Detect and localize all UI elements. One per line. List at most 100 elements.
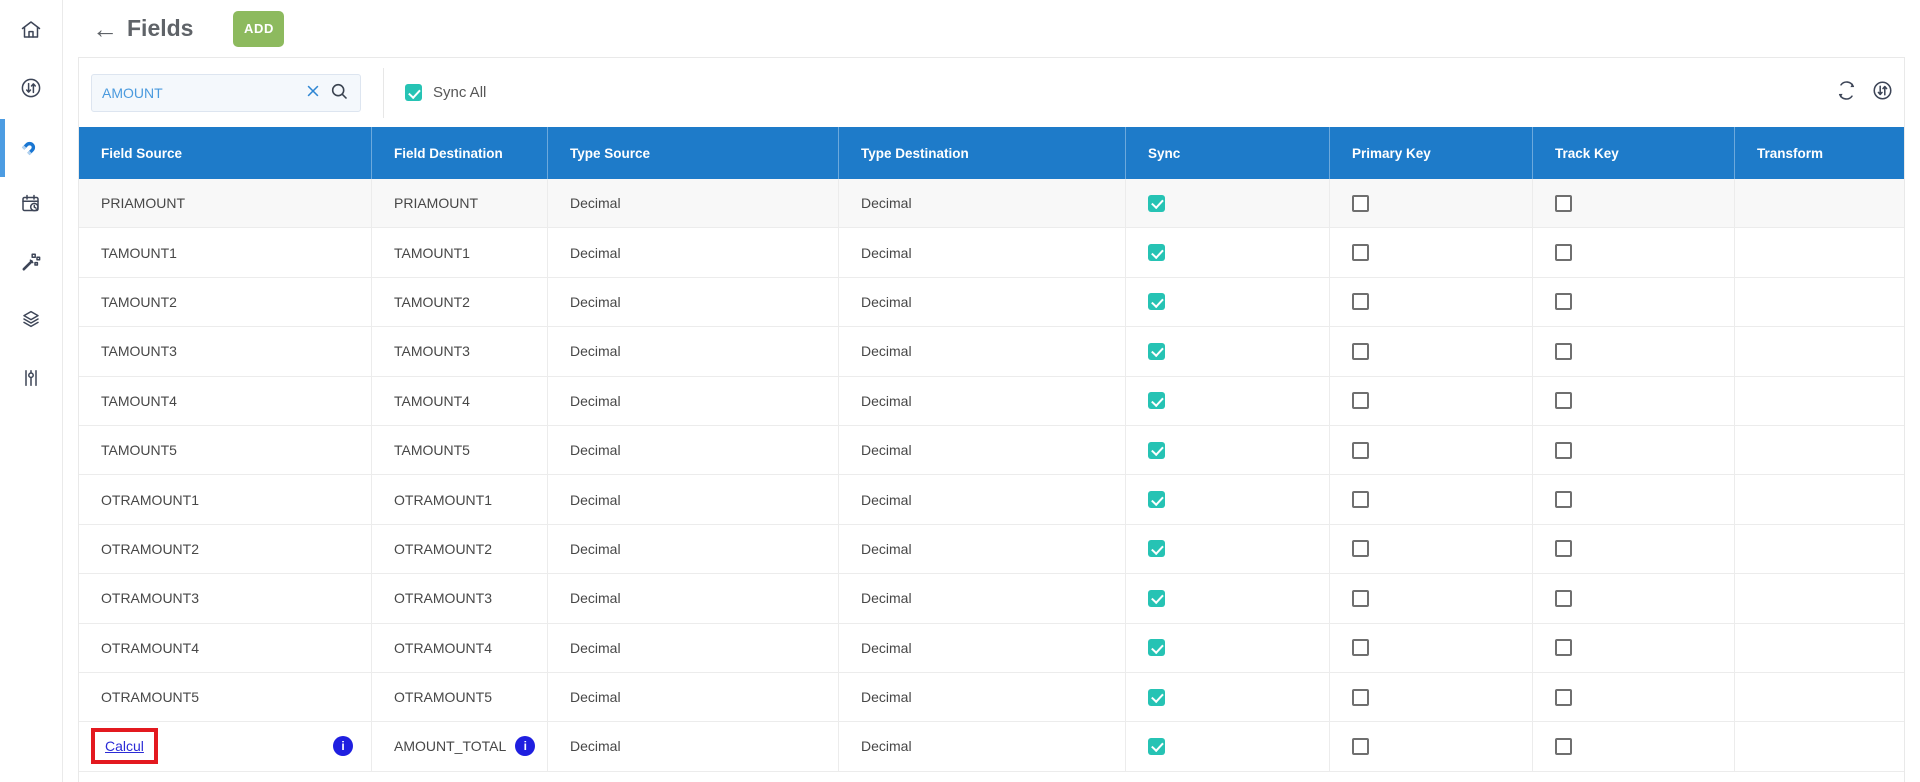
info-icon[interactable]: i — [515, 736, 535, 756]
type-destination-text: Decimal — [861, 442, 912, 458]
track-key-checkbox[interactable] — [1555, 293, 1572, 310]
column-header-field-destination[interactable]: Field Destination — [372, 127, 548, 179]
type-destination-cell: Decimal — [839, 475, 1126, 523]
sync-checkbox[interactable] — [1148, 293, 1165, 310]
add-button[interactable]: ADD — [233, 11, 284, 47]
track-key-checkbox[interactable] — [1555, 392, 1572, 409]
table-row: TAMOUNT4TAMOUNT4DecimalDecimal — [79, 377, 1904, 426]
transform-cell — [1735, 525, 1904, 573]
table-header-row: Field SourceField DestinationType Source… — [79, 127, 1904, 179]
sidebar — [0, 0, 63, 782]
field-source-cell: TAMOUNT5 — [79, 426, 372, 474]
sidebar-item-mapping-tools[interactable] — [0, 235, 62, 293]
track-key-checkbox[interactable] — [1555, 738, 1572, 755]
primary-key-checkbox[interactable] — [1352, 590, 1369, 607]
type-source-cell: Decimal — [548, 574, 839, 622]
column-header-sync[interactable]: Sync — [1126, 127, 1330, 179]
track-key-checkbox[interactable] — [1555, 689, 1572, 706]
sync-cell — [1126, 525, 1330, 573]
info-icon[interactable]: i — [333, 736, 353, 756]
sidebar-item-connectors[interactable] — [0, 119, 62, 177]
primary-key-checkbox[interactable] — [1352, 343, 1369, 360]
primary-key-checkbox[interactable] — [1352, 195, 1369, 212]
type-source-text: Decimal — [570, 442, 621, 458]
field-source-text: TAMOUNT3 — [101, 343, 177, 359]
sidebar-item-transfers[interactable] — [0, 61, 62, 119]
sidebar-item-home[interactable] — [0, 3, 62, 61]
sync-checkbox[interactable] — [1148, 491, 1165, 508]
type-destination-text: Decimal — [861, 541, 912, 557]
track-key-checkbox[interactable] — [1555, 244, 1572, 261]
sidebar-item-schedule[interactable] — [0, 177, 62, 235]
track-key-checkbox[interactable] — [1555, 540, 1572, 557]
primary-key-cell — [1330, 278, 1533, 326]
column-header-type-destination[interactable]: Type Destination — [839, 127, 1126, 179]
track-key-checkbox[interactable] — [1555, 491, 1572, 508]
primary-key-checkbox[interactable] — [1352, 442, 1369, 459]
back-arrow[interactable]: ← — [92, 16, 118, 42]
table-row: TAMOUNT5TAMOUNT5DecimalDecimal — [79, 426, 1904, 475]
transform-cell — [1735, 574, 1904, 622]
sync-checkbox[interactable] — [1148, 639, 1165, 656]
field-source-text: TAMOUNT1 — [101, 245, 177, 261]
column-header-track-key[interactable]: Track Key — [1533, 127, 1735, 179]
sync-checkbox[interactable] — [1148, 195, 1165, 212]
clear-search-button[interactable] — [304, 82, 322, 103]
primary-key-checkbox[interactable] — [1352, 244, 1369, 261]
column-header-transform[interactable]: Transform — [1735, 127, 1904, 179]
sync-all-label: Sync All — [433, 84, 486, 101]
transform-cell — [1735, 377, 1904, 425]
sync-all-checkbox[interactable] — [405, 84, 422, 101]
type-destination-text: Decimal — [861, 738, 912, 754]
transform-cell — [1735, 624, 1904, 672]
transform-cell — [1735, 722, 1904, 770]
search-input[interactable] — [102, 85, 304, 101]
field-source-link[interactable]: Calcul — [105, 738, 144, 754]
sync-checkbox[interactable] — [1148, 689, 1165, 706]
track-key-checkbox[interactable] — [1555, 195, 1572, 212]
transform-cell — [1735, 228, 1904, 276]
primary-key-checkbox[interactable] — [1352, 540, 1369, 557]
track-key-checkbox[interactable] — [1555, 590, 1572, 607]
sync-cell — [1126, 673, 1330, 721]
table-row: OTRAMOUNT3OTRAMOUNT3DecimalDecimal — [79, 574, 1904, 623]
sync-checkbox[interactable] — [1148, 590, 1165, 607]
track-key-checkbox[interactable] — [1555, 343, 1572, 360]
sync-direction-button[interactable] — [1871, 79, 1894, 107]
column-header-primary-key[interactable]: Primary Key — [1330, 127, 1533, 179]
track-key-checkbox[interactable] — [1555, 442, 1572, 459]
track-key-checkbox[interactable] — [1555, 639, 1572, 656]
sync-checkbox[interactable] — [1148, 738, 1165, 755]
type-source-text: Decimal — [570, 393, 621, 409]
refresh-button[interactable] — [1835, 79, 1858, 107]
primary-key-checkbox[interactable] — [1352, 639, 1369, 656]
primary-key-checkbox[interactable] — [1352, 491, 1369, 508]
home-icon — [19, 18, 43, 47]
type-source-text: Decimal — [570, 343, 621, 359]
primary-key-checkbox[interactable] — [1352, 293, 1369, 310]
sidebar-item-settings-tuning[interactable] — [0, 351, 62, 409]
column-header-field-source[interactable]: Field Source — [79, 127, 372, 179]
primary-key-checkbox[interactable] — [1352, 738, 1369, 755]
table-row: PRIAMOUNTPRIAMOUNTDecimalDecimal — [79, 179, 1904, 228]
search-submit-button[interactable] — [322, 81, 350, 105]
type-source-cell: Decimal — [548, 327, 839, 375]
type-source-cell: Decimal — [548, 377, 839, 425]
sync-checkbox[interactable] — [1148, 442, 1165, 459]
sync-cell — [1126, 327, 1330, 375]
type-destination-text: Decimal — [861, 245, 912, 261]
table-body: PRIAMOUNTPRIAMOUNTDecimalDecimal TAMOUNT1… — [79, 179, 1904, 772]
track-key-cell — [1533, 278, 1735, 326]
sync-checkbox[interactable] — [1148, 343, 1165, 360]
column-header-type-source[interactable]: Type Source — [548, 127, 839, 179]
sync-checkbox[interactable] — [1148, 392, 1165, 409]
type-source-cell: Decimal — [548, 624, 839, 672]
field-destination-text: OTRAMOUNT1 — [394, 492, 492, 508]
primary-key-checkbox[interactable] — [1352, 392, 1369, 409]
sync-checkbox[interactable] — [1148, 540, 1165, 557]
track-key-cell — [1533, 228, 1735, 276]
sync-checkbox[interactable] — [1148, 244, 1165, 261]
field-destination-text: TAMOUNT4 — [394, 393, 470, 409]
primary-key-checkbox[interactable] — [1352, 689, 1369, 706]
sidebar-item-layers[interactable] — [0, 293, 62, 351]
